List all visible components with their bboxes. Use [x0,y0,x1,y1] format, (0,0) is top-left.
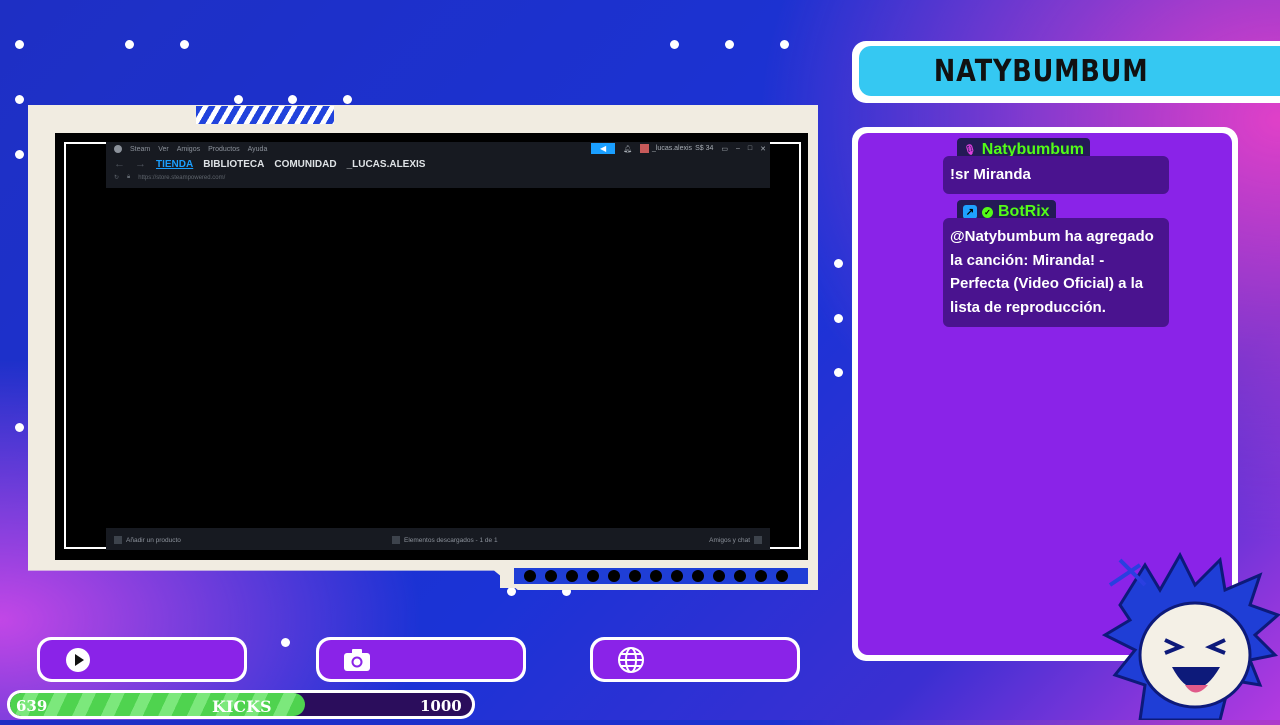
back-arrow-icon[interactable]: ← [114,158,125,170]
user-menu[interactable]: _lucas.alexis S$ 34 [639,144,714,153]
tab-profile[interactable]: _LUCAS.ALEXIS [347,159,426,170]
user-name: _lucas.alexis [651,145,693,152]
lock-icon: 🔒︎ [127,174,131,180]
steam-nav: ← → TIENDA BIBLIOTECA COMUNIDAD _LUCAS.A… [114,157,425,171]
announcement-button[interactable]: ◀ [591,143,616,154]
download-icon [392,536,400,544]
add-product-button[interactable]: Añadir un producto [114,536,181,544]
menu-ver[interactable]: Ver [158,146,169,153]
globe-icon [617,646,645,674]
steam-titlebar: Steam Ver Amigos Productos Ayuda ◀ 🔔︎ _l… [106,142,770,188]
reload-icon[interactable]: ↻ [114,174,119,181]
tab-biblioteca[interactable]: BIBLIOTECA [203,159,264,170]
mascot-illustration [1100,545,1280,722]
verified-icon: ✓ [982,206,993,218]
chat-message-text: !sr Miranda [950,166,1031,183]
steam-footer: Añadir un producto Elementos descargados… [106,528,770,550]
goal-target: 1000 [420,697,462,715]
channel-name: NATYBUMBUM [934,53,1149,89]
steam-logo-icon [114,145,122,153]
wallet-balance: S$ 34 [695,145,714,152]
url-bar: ↻ 🔒︎ https://store.steampowered.com/ [114,174,225,181]
chat-message: !sr Miranda [943,156,1169,194]
goal-current: 639 [16,697,48,715]
screen-icon[interactable]: ▭ [721,145,728,153]
avatar [639,144,649,153]
bot-badge-icon: ↗ [963,205,977,219]
channel-banner-inner: NATYBUMBUM [859,46,1280,96]
menu-amigos[interactable]: Amigos [177,146,200,153]
chat-message-text: @Natybumbum ha agregado la canción: Mira… [950,228,1154,316]
menu-steam[interactable]: Steam [130,146,150,153]
menu-productos[interactable]: Productos [208,146,240,153]
frame-stripes [196,106,334,124]
url-text[interactable]: https://store.steampowered.com/ [138,175,225,181]
tab-tienda[interactable]: TIENDA [156,159,193,170]
maximize-icon[interactable]: □ [748,145,752,152]
add-product-label: Añadir un producto [126,536,181,544]
tab-comunidad[interactable]: COMUNIDAD [274,159,336,170]
goal-label: KICKS [212,697,272,716]
camera-button[interactable] [319,640,523,679]
plus-icon [114,536,122,544]
friends-label: Amigos y chat [709,536,750,544]
friends-chat-button[interactable]: Amigos y chat [709,536,762,544]
globe-button[interactable] [593,640,797,679]
chat-message: @Natybumbum ha agregado la canción: Mira… [943,218,1169,327]
steam-window-controls: ◀ 🔔︎ _lucas.alexis S$ 34 ▭ – □ ✕ [591,143,766,154]
forward-arrow-icon[interactable]: → [135,158,146,170]
downloads-label: Elementos descargados - 1 de 1 [404,536,498,544]
minimize-icon[interactable]: – [736,145,740,152]
chat-icon [754,536,762,544]
close-icon[interactable]: ✕ [760,145,766,153]
menu-ayuda[interactable]: Ayuda [248,146,268,153]
film-strip [514,568,808,584]
steam-menubar: Steam Ver Amigos Productos Ayuda [114,143,267,155]
play-button[interactable] [40,640,244,679]
downloads-button[interactable]: Elementos descargados - 1 de 1 [392,536,498,544]
steam-window: Steam Ver Amigos Productos Ayuda ◀ 🔔︎ _l… [106,142,770,550]
play-icon [64,646,92,674]
microphone-icon: 🎙︎ [963,144,977,156]
bell-icon[interactable]: 🔔︎ [623,145,632,153]
camera-icon [343,646,371,674]
